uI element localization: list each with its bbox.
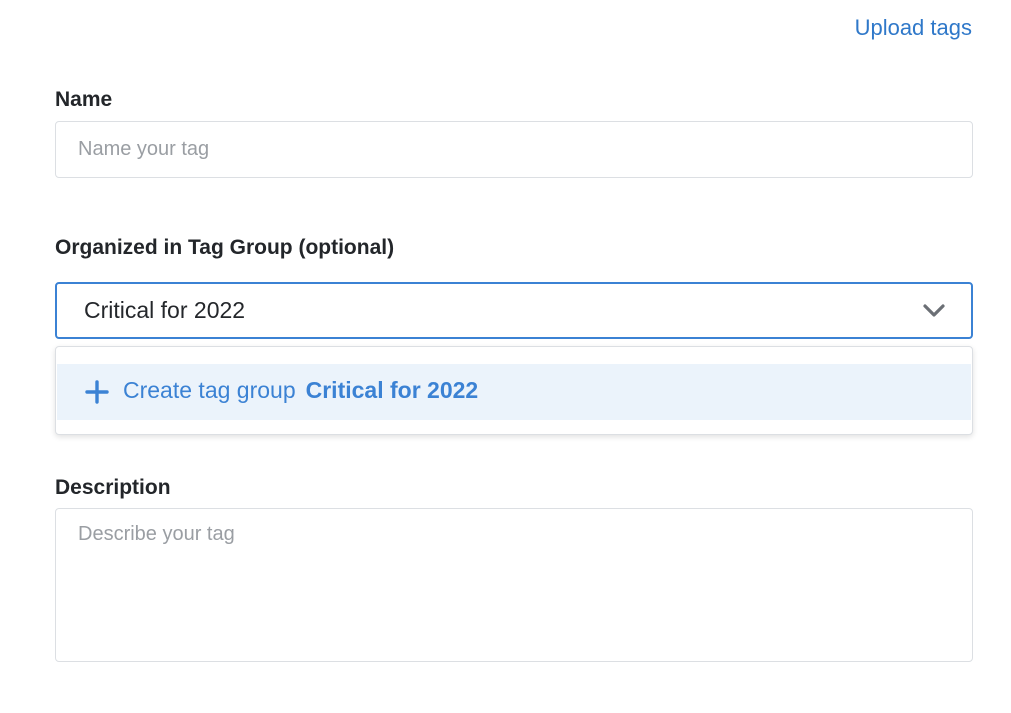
tag-group-select[interactable]: Critical for 2022	[55, 282, 973, 339]
tag-group-dropdown: Create tag group Critical for 2022	[55, 346, 973, 435]
tag-form: Upload tags Name Organized in Tag Group …	[0, 0, 1011, 713]
tag-group-label: Organized in Tag Group (optional)	[55, 236, 395, 259]
tag-group-select-value: Critical for 2022	[84, 297, 246, 323]
description-textarea[interactable]	[55, 508, 973, 662]
name-label: Name	[55, 88, 113, 111]
create-tag-group-text: Create tag group Critical for 2022	[123, 377, 478, 404]
create-tag-group-label: Create tag group	[123, 377, 296, 403]
plus-icon	[85, 380, 109, 404]
upload-tags-link[interactable]: Upload tags	[855, 15, 972, 41]
create-tag-group-value: Critical for 2022	[305, 377, 479, 403]
description-label: Description	[55, 476, 171, 499]
name-input[interactable]	[55, 121, 973, 178]
create-tag-group-option[interactable]: Create tag group Critical for 2022	[57, 364, 971, 420]
chevron-down-icon[interactable]	[921, 298, 947, 324]
